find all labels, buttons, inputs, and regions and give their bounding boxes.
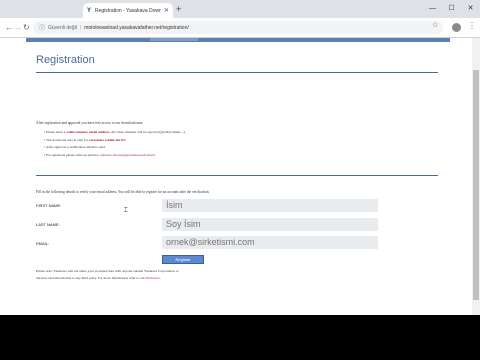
new-tab-icon[interactable]: + bbox=[176, 3, 181, 15]
menu-icon[interactable]: ⋮ bbox=[468, 21, 476, 30]
bookmark-star-icon[interactable]: ☆ bbox=[432, 21, 438, 29]
profile-avatar[interactable] bbox=[452, 23, 461, 32]
privacy-note-end: . bbox=[159, 276, 161, 280]
bullet-text: The download area is only for bbox=[46, 137, 90, 142]
site-header-bar bbox=[26, 38, 450, 42]
form-instructions: Fill in the following details to verify … bbox=[36, 190, 210, 194]
browser-tab[interactable]: Y Registration - Yasakava Downlo... ✕ bbox=[83, 3, 173, 18]
title-divider bbox=[36, 72, 438, 73]
close-tab-icon[interactable]: ✕ bbox=[164, 7, 169, 14]
bullet-emphasis: customers within the EU bbox=[89, 137, 126, 142]
info-list: Please enter a valid company email addre… bbox=[44, 130, 186, 160]
maximize-icon[interactable]: ☐ bbox=[442, 0, 461, 18]
list-item: Please enter a valid company email addre… bbox=[44, 130, 186, 138]
forward-icon[interactable]: → bbox=[14, 22, 22, 34]
email-field[interactable] bbox=[162, 236, 378, 249]
privacy-note-line: disclose said information to any third p… bbox=[36, 276, 146, 280]
mouse-cursor-icon: ⌶ bbox=[124, 208, 128, 214]
last-name-label: LAST NAME: bbox=[36, 222, 60, 227]
list-item: For questions please write an email to s… bbox=[44, 153, 186, 161]
last-name-field[interactable] bbox=[162, 218, 378, 231]
bullet-text: For questions please write an email to bbox=[46, 152, 101, 157]
privacy-note-line: Please note: Yasakava will not share you… bbox=[36, 269, 179, 273]
separator: | bbox=[79, 24, 82, 31]
site-favicon-icon: Y bbox=[87, 7, 92, 14]
site-header-tab[interactable] bbox=[150, 38, 198, 41]
window-controls: — ☐ ✕ bbox=[423, 0, 480, 18]
support-email-link[interactable]: software.licensing@yasakava.de/email bbox=[100, 153, 155, 157]
back-icon[interactable]: ← bbox=[5, 22, 13, 34]
close-window-icon[interactable]: ✕ bbox=[461, 0, 480, 18]
scrollbar-thumb[interactable] bbox=[473, 70, 479, 300]
list-item: After approval a notification email is s… bbox=[44, 145, 186, 153]
url-text: motolowanload.yasakavafather.net/registr… bbox=[84, 24, 189, 31]
address-bar[interactable]: ⓘ Güvenli değil | motolowanload.yasakava… bbox=[33, 21, 443, 34]
tab-strip: Y Registration - Yasakava Downlo... ✕ + … bbox=[0, 0, 480, 18]
security-label: Güvenli değil bbox=[48, 24, 77, 31]
info-icon[interactable]: ⓘ bbox=[39, 23, 45, 32]
email-label: EMAIL: bbox=[36, 241, 50, 246]
first-name-field[interactable] bbox=[162, 199, 378, 212]
bullet-text: . All other adresses will be rejected (g… bbox=[109, 130, 186, 134]
tab-title: Registration - Yasakava Downlo... bbox=[95, 7, 161, 14]
bullet-text: After approval a notification email is s… bbox=[45, 145, 106, 149]
bullet-emphasis: valid company email address bbox=[66, 130, 110, 134]
disclosure-link[interactable]: disclosure bbox=[146, 276, 160, 280]
privacy-note: Please note: Yasakava will not share you… bbox=[36, 268, 256, 282]
bullet-text: Please enter a bbox=[46, 130, 67, 134]
reload-icon[interactable]: ↻ bbox=[23, 22, 30, 34]
intro-text: After registration and approval you have… bbox=[36, 121, 144, 125]
first-name-label: FIRST NAME: bbox=[36, 203, 62, 208]
section-divider bbox=[36, 175, 438, 176]
register-button[interactable]: Register bbox=[162, 255, 204, 264]
list-item: The download area is only for customers … bbox=[44, 138, 186, 146]
browser-toolbar: ← → ↻ ⓘ Güvenli değil | motolowanload.ya… bbox=[0, 18, 480, 38]
page-title: Registration bbox=[36, 54, 95, 66]
minimize-icon[interactable]: — bbox=[423, 0, 442, 18]
